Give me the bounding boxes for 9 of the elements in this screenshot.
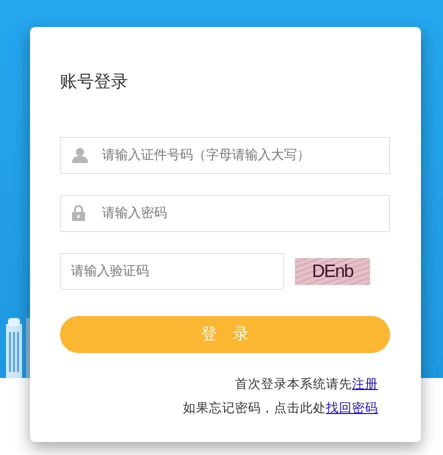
- login-title: 账号登录: [60, 71, 129, 93]
- footer-link[interactable]: 找回密码: [326, 400, 378, 415]
- footer-link[interactable]: 注册: [352, 376, 378, 391]
- id-number-field[interactable]: 请输入证件号码（字母请输入大写）: [60, 137, 390, 174]
- captcha-field[interactable]: 请输入验证码: [60, 253, 284, 290]
- footer-text: 如果忘记密码，点击此处找回密码: [183, 399, 378, 417]
- password-field[interactable]: 请输入密码: [60, 195, 390, 232]
- footer-text: 首次登录本系统请先注册: [235, 375, 378, 393]
- captcha-image[interactable]: DEnb: [295, 258, 370, 285]
